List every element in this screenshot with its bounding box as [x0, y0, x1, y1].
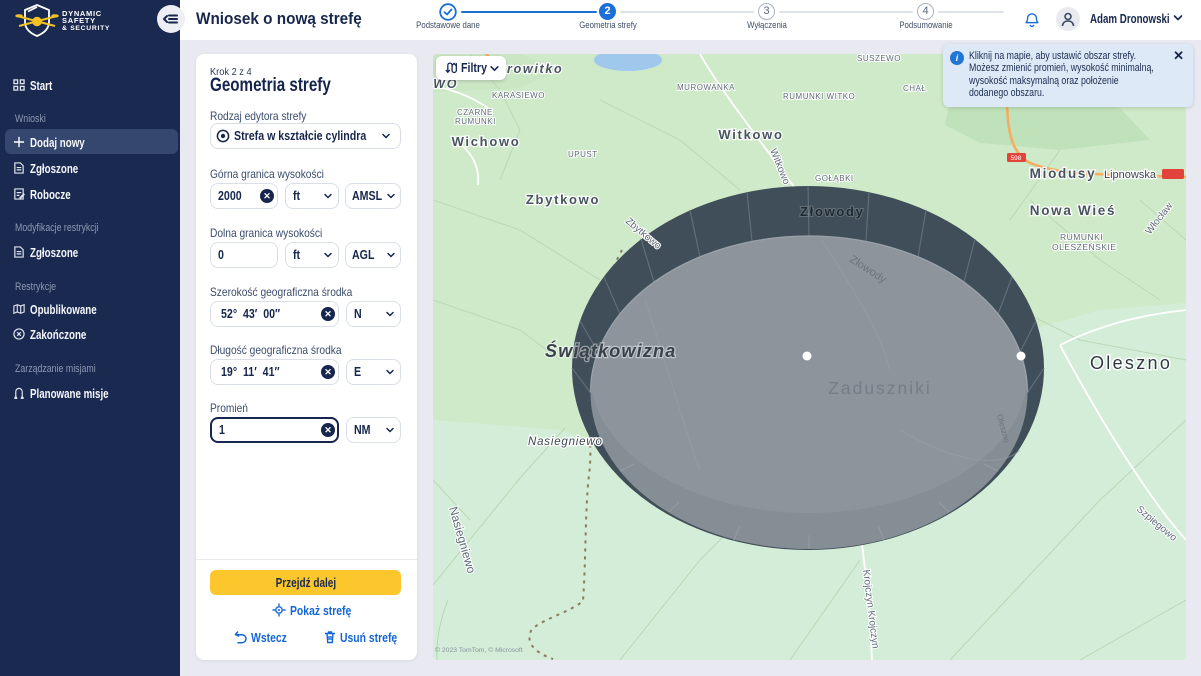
- svg-text:Złowody: Złowody: [800, 204, 865, 219]
- svg-text:Nowa Wieś: Nowa Wieś: [1030, 203, 1116, 218]
- svg-text:Miodusy: Miodusy: [1030, 166, 1097, 181]
- svg-text:Lipnowska: Lipnowska: [1104, 169, 1157, 181]
- svg-text:Zaduszniki: Zaduszniki: [828, 378, 932, 398]
- svg-text:Nasiegniewo: Nasiegniewo: [528, 436, 603, 448]
- svg-text:RUMUNKI: RUMUNKI: [455, 117, 496, 126]
- svg-text:598: 598: [1011, 155, 1022, 162]
- svg-text:RUMUNKI: RUMUNKI: [1060, 232, 1103, 242]
- svg-text:GOŁĄBKI: GOŁĄBKI: [815, 174, 854, 183]
- svg-text:UPUST: UPUST: [568, 150, 598, 159]
- svg-text:Świątkowizna: Świątkowizna: [545, 340, 676, 361]
- svg-text:Wichowo: Wichowo: [452, 134, 521, 149]
- svg-text:MUROWANKA: MUROWANKA: [677, 83, 735, 92]
- svg-text:OLESZEŃSKIE: OLESZEŃSKIE: [1052, 242, 1117, 252]
- svg-text:Zbytkowo: Zbytkowo: [526, 192, 600, 207]
- svg-text:CZARNE: CZARNE: [457, 108, 493, 117]
- svg-text:SUSZEWO: SUSZEWO: [857, 54, 901, 63]
- svg-text:Oleszno: Oleszno: [1090, 353, 1172, 373]
- svg-text:Witkowo: Witkowo: [718, 127, 783, 142]
- svg-text:© 2023 TomTom, © Microsoft: © 2023 TomTom, © Microsoft: [435, 646, 523, 654]
- svg-text:RUMUNKI WITKO: RUMUNKI WITKO: [783, 92, 855, 101]
- svg-text:CHAŁ: CHAŁ: [903, 84, 926, 93]
- svg-text:KARASIEWO: KARASIEWO: [492, 91, 545, 100]
